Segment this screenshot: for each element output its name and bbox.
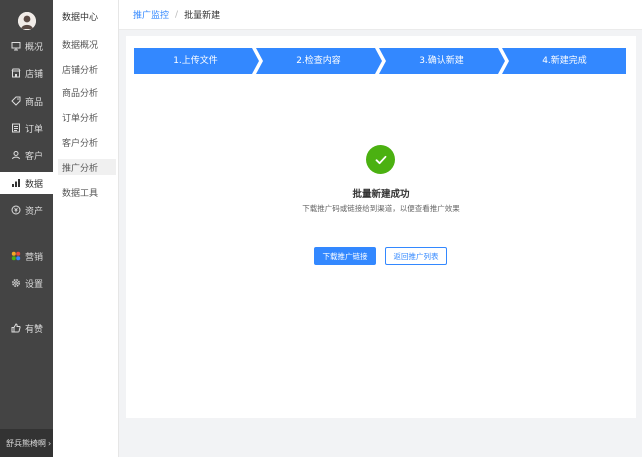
nav-item-label: 店铺 (25, 69, 44, 80)
avatar[interactable] (18, 12, 36, 30)
subnav-item-customer-analysis[interactable]: 客户分析 (58, 134, 116, 150)
step-upload-file: 1.上传文件 (173, 56, 218, 66)
download-links-button[interactable]: 下载推广链接 (314, 247, 376, 265)
sub-nav: 数据中心 数据概况 店铺分析 商品分析 订单分析 客户分析 推广分析 数据工具 (53, 0, 119, 457)
user-icon (11, 150, 21, 160)
subnav-item-data-overview[interactable]: 数据概况 (58, 36, 116, 52)
subnav-item-goods-analysis[interactable]: 商品分析 (58, 84, 116, 100)
breadcrumb-separator: / (175, 9, 179, 20)
breadcrumb: 推广监控 / 批量新建 (119, 0, 642, 30)
nav-item-label: 有赞 (25, 324, 44, 335)
chevron-right-icon: › (48, 438, 52, 448)
gear-icon (11, 278, 21, 288)
shop-switcher[interactable]: 舒兵熊椅啊 › (0, 429, 53, 457)
nav-item-data[interactable]: 数据 (0, 172, 53, 194)
step-confirm-create: 3.确认新建 (419, 56, 464, 66)
document-icon (11, 123, 21, 133)
nav-item-customers[interactable]: 客户 (0, 144, 53, 166)
nav-item-marketing[interactable]: 营销 (0, 245, 53, 267)
result-description: 下载推广码或链接给到渠道，以便查看推广效果 (302, 204, 460, 213)
nav-item-label: 概况 (25, 42, 44, 53)
bar-chart-icon (11, 178, 21, 188)
nav-item-label: 设置 (25, 279, 44, 290)
yen-coin-icon (11, 205, 21, 215)
breadcrumb-parent-link[interactable]: 推广监控 (133, 8, 169, 21)
nav-item-label: 客户 (25, 151, 44, 162)
nav-item-label: 订单 (25, 124, 44, 135)
breadcrumb-current: 批量新建 (184, 11, 221, 21)
main-nav: 概况 店铺 商品 订单 客户 数据 资产 营销 设置 有赞 舒兵熊椅啊 › (0, 0, 53, 457)
progress-steps: 1.上传文件 2.检查内容 3.确认新建 4.新建完成 (134, 48, 626, 74)
nav-item-overview[interactable]: 概况 (0, 35, 53, 57)
grid-apps-icon (11, 251, 21, 261)
shop-name: 舒兵熊椅啊 (6, 438, 46, 448)
subnav-item-promotion-analysis[interactable]: 推广分析 (58, 159, 116, 175)
nav-item-settings[interactable]: 设置 (0, 272, 53, 294)
subnav-item-order-analysis[interactable]: 订单分析 (58, 109, 116, 125)
step-check-content: 2.检查内容 (296, 56, 341, 66)
nav-item-store[interactable]: 店铺 (0, 62, 53, 84)
nav-item-label: 营销 (25, 252, 44, 263)
step-create-complete: 4.新建完成 (542, 56, 587, 66)
subnav-item-data-tools[interactable]: 数据工具 (58, 184, 116, 200)
monitor-icon (11, 41, 21, 51)
nav-item-label: 商品 (25, 97, 44, 108)
subnav-item-store-analysis[interactable]: 店铺分析 (58, 61, 116, 77)
result-title: 批量新建成功 (352, 189, 410, 200)
success-check-icon (366, 145, 395, 174)
tag-icon (11, 96, 21, 106)
nav-item-goods[interactable]: 商品 (0, 90, 53, 112)
nav-item-orders[interactable]: 订单 (0, 117, 53, 139)
thumbs-up-icon (11, 323, 21, 333)
nav-item-label: 资产 (25, 206, 44, 217)
nav-item-youzan[interactable]: 有赞 (0, 317, 53, 339)
nav-item-label: 数据 (25, 179, 44, 190)
main-card: 1.上传文件 2.检查内容 3.确认新建 4.新建完成 批量新建成功 下载推广码… (126, 36, 636, 418)
back-to-list-button[interactable]: 返回推广列表 (385, 247, 447, 265)
store-icon (11, 68, 21, 78)
nav-item-assets[interactable]: 资产 (0, 199, 53, 221)
subnav-title: 数据中心 (62, 13, 99, 23)
